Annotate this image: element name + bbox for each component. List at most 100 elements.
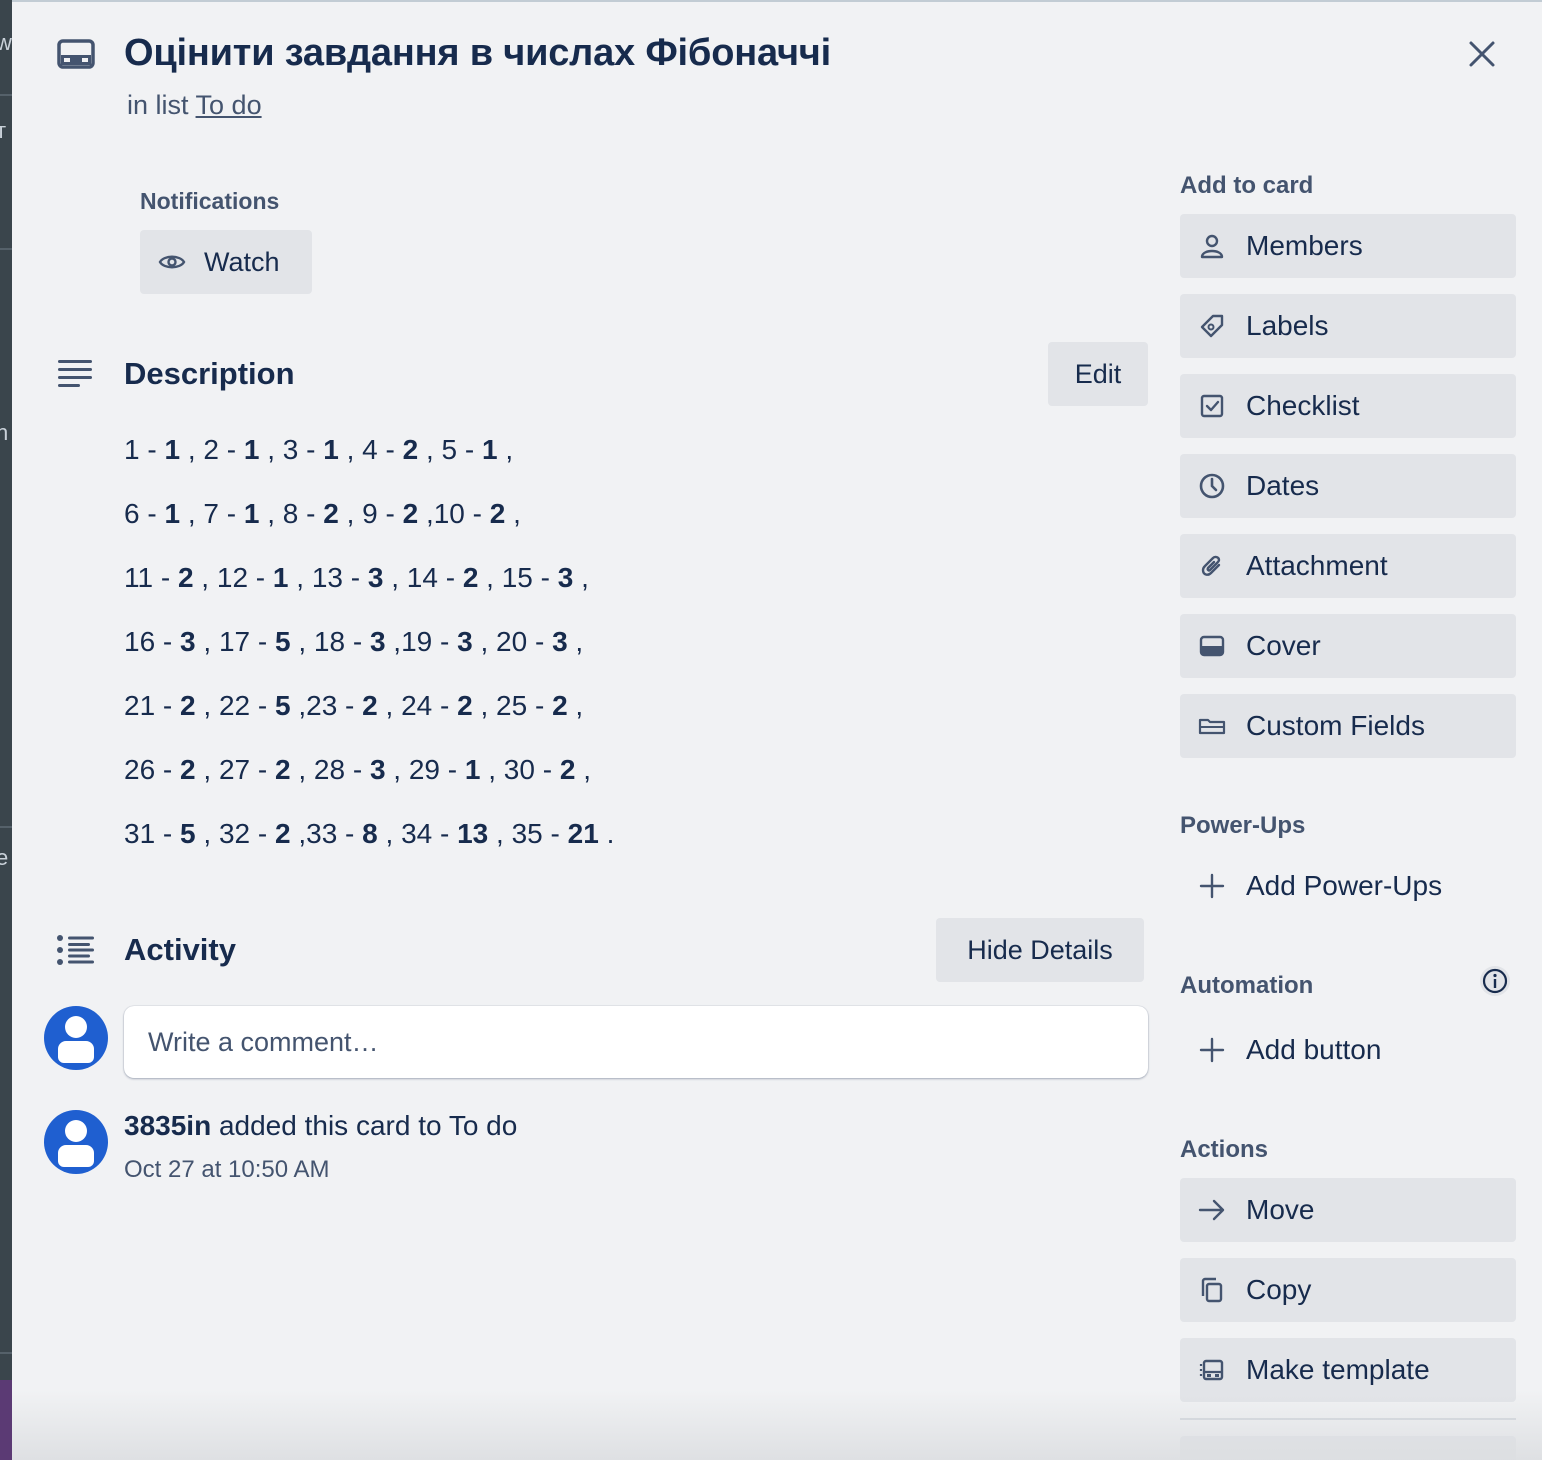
bg-text-fragment: т bbox=[0, 118, 7, 143]
description-estimate: 2 bbox=[489, 498, 506, 529]
description-task-number: , 2 - bbox=[180, 434, 244, 465]
close-button[interactable] bbox=[1458, 30, 1506, 78]
description-estimate: 3 bbox=[557, 562, 574, 593]
description-estimate: 3 bbox=[457, 626, 473, 657]
description-line: 31 - 5 , 32 - 2 ,33 - 8 , 34 - 13 , 35 -… bbox=[124, 814, 614, 878]
plus-icon bbox=[1198, 1036, 1226, 1064]
description-estimate: 2 bbox=[402, 434, 419, 465]
description-line: 11 - 2 , 12 - 1 , 13 - 3 , 14 - 2 , 15 -… bbox=[124, 558, 614, 622]
attachment-button[interactable]: Attachment bbox=[1180, 534, 1516, 598]
description-estimate: 2 bbox=[457, 690, 473, 721]
person-icon bbox=[1198, 232, 1226, 260]
close-icon bbox=[1469, 41, 1495, 67]
field-icon bbox=[1198, 712, 1226, 740]
hide-details-button[interactable]: Hide Details bbox=[936, 918, 1144, 982]
cover-button[interactable]: Cover bbox=[1180, 614, 1516, 678]
description-estimate: 21 bbox=[567, 818, 599, 849]
description-estimate: 2 bbox=[559, 754, 576, 785]
checkbox-icon bbox=[1198, 392, 1226, 420]
list-link[interactable]: To do bbox=[196, 90, 262, 120]
card-title[interactable]: Оцінити завдання в числах Фібоначчі bbox=[124, 32, 831, 75]
description-task-number: , 25 - bbox=[472, 690, 553, 721]
bg-purple-block bbox=[0, 1380, 12, 1460]
description-content[interactable]: 1 - 1 , 2 - 1 , 3 - 1 , 4 - 2 , 5 - 1 ,6… bbox=[124, 430, 614, 878]
description-estimate: 1 bbox=[481, 434, 498, 465]
bg-divider bbox=[0, 248, 12, 250]
bg-text-fragment: e bbox=[0, 845, 9, 870]
add-automation-button[interactable]: Add button bbox=[1180, 1018, 1516, 1082]
description-task-number: 11 - bbox=[124, 562, 178, 593]
description-estimate: 1 bbox=[464, 754, 481, 785]
description-estimate: 1 bbox=[164, 434, 181, 465]
in-list-prefix: in list bbox=[127, 90, 189, 120]
checklist-button[interactable]: Checklist bbox=[1180, 374, 1516, 438]
description-task-number: , 15 - bbox=[478, 562, 558, 593]
description-estimate: 3 bbox=[552, 626, 568, 657]
description-task-number: , 3 - bbox=[259, 434, 324, 465]
avatar-body bbox=[58, 1145, 94, 1167]
description-task-number: , 29 - bbox=[385, 754, 465, 785]
members-button[interactable]: Members bbox=[1180, 214, 1516, 278]
activity-entry: 3835in added this card to To do bbox=[124, 1110, 517, 1142]
board-background: w т n e e bbox=[0, 0, 12, 1460]
activity-user[interactable]: 3835in bbox=[124, 1110, 211, 1141]
automation-label: Automation bbox=[1180, 972, 1314, 999]
members-label: Members bbox=[1246, 230, 1363, 261]
copy-button[interactable]: Copy bbox=[1180, 1258, 1516, 1322]
info-icon[interactable] bbox=[1478, 964, 1512, 998]
arrow-right-icon bbox=[1198, 1196, 1226, 1224]
labels-button[interactable]: Labels bbox=[1180, 294, 1516, 358]
dates-label: Dates bbox=[1246, 470, 1320, 501]
eye-icon bbox=[158, 255, 186, 269]
description-estimate: 2 bbox=[552, 690, 568, 721]
custom-fields-label: Custom Fields bbox=[1246, 710, 1425, 741]
activity-timestamp[interactable]: Oct 27 at 10:50 AM bbox=[124, 1156, 329, 1184]
description-task-number: , bbox=[575, 754, 591, 785]
description-estimate: 2 bbox=[462, 562, 479, 593]
description-estimate: 2 bbox=[323, 498, 339, 529]
description-task-number: , 9 - bbox=[338, 498, 403, 529]
template-icon bbox=[1198, 1356, 1226, 1384]
avatar[interactable] bbox=[44, 1006, 108, 1070]
archive-button-partial[interactable] bbox=[1180, 1436, 1516, 1460]
description-estimate: 13 bbox=[457, 818, 489, 849]
activity-title: Activity bbox=[124, 932, 236, 967]
description-task-number: , bbox=[505, 498, 521, 529]
activity-text: added this card to To do bbox=[211, 1110, 518, 1141]
bg-text-fragment: n bbox=[0, 420, 9, 445]
description-task-number: , 17 - bbox=[195, 626, 275, 657]
description-task-number: 21 - bbox=[124, 690, 181, 721]
description-task-number: , 28 - bbox=[290, 754, 370, 785]
description-title: Description bbox=[124, 356, 295, 391]
description-estimate: 2 bbox=[180, 690, 196, 721]
make-template-button[interactable]: Make template bbox=[1180, 1338, 1516, 1402]
description-estimate: 2 bbox=[274, 754, 291, 785]
clock-icon bbox=[1198, 472, 1226, 500]
bg-divider bbox=[0, 94, 12, 96]
description-estimate: 3 bbox=[180, 626, 196, 657]
description-estimate: 1 bbox=[243, 498, 260, 529]
add-powerups-label: Add Power-Ups bbox=[1246, 870, 1443, 901]
description-estimate: 5 bbox=[274, 690, 291, 721]
watch-button[interactable]: Watch bbox=[140, 230, 312, 294]
copy-icon bbox=[1198, 1276, 1226, 1304]
add-powerups-button[interactable]: Add Power-Ups bbox=[1180, 854, 1516, 918]
copy-label: Copy bbox=[1246, 1274, 1312, 1305]
description-estimate: 2 bbox=[274, 818, 291, 849]
description-estimate: 5 bbox=[274, 626, 291, 657]
avatar[interactable] bbox=[44, 1110, 108, 1174]
description-task-number: 26 - bbox=[124, 754, 181, 785]
description-estimate: 8 bbox=[362, 818, 378, 849]
description-estimate: 2 bbox=[180, 754, 196, 785]
activity-icon bbox=[57, 935, 94, 965]
edit-description-button[interactable]: Edit bbox=[1048, 342, 1148, 406]
comment-input[interactable]: Write a comment… bbox=[124, 1006, 1148, 1078]
custom-fields-button[interactable]: Custom Fields bbox=[1180, 694, 1516, 758]
actions-label: Actions bbox=[1180, 1136, 1269, 1163]
description-task-number: , 8 - bbox=[259, 498, 324, 529]
dates-button[interactable]: Dates bbox=[1180, 454, 1516, 518]
powerups-label: Power-Ups bbox=[1180, 812, 1306, 839]
watch-label: Watch bbox=[204, 246, 280, 277]
move-button[interactable]: Move bbox=[1180, 1178, 1516, 1242]
description-task-number: , 14 - bbox=[383, 562, 463, 593]
